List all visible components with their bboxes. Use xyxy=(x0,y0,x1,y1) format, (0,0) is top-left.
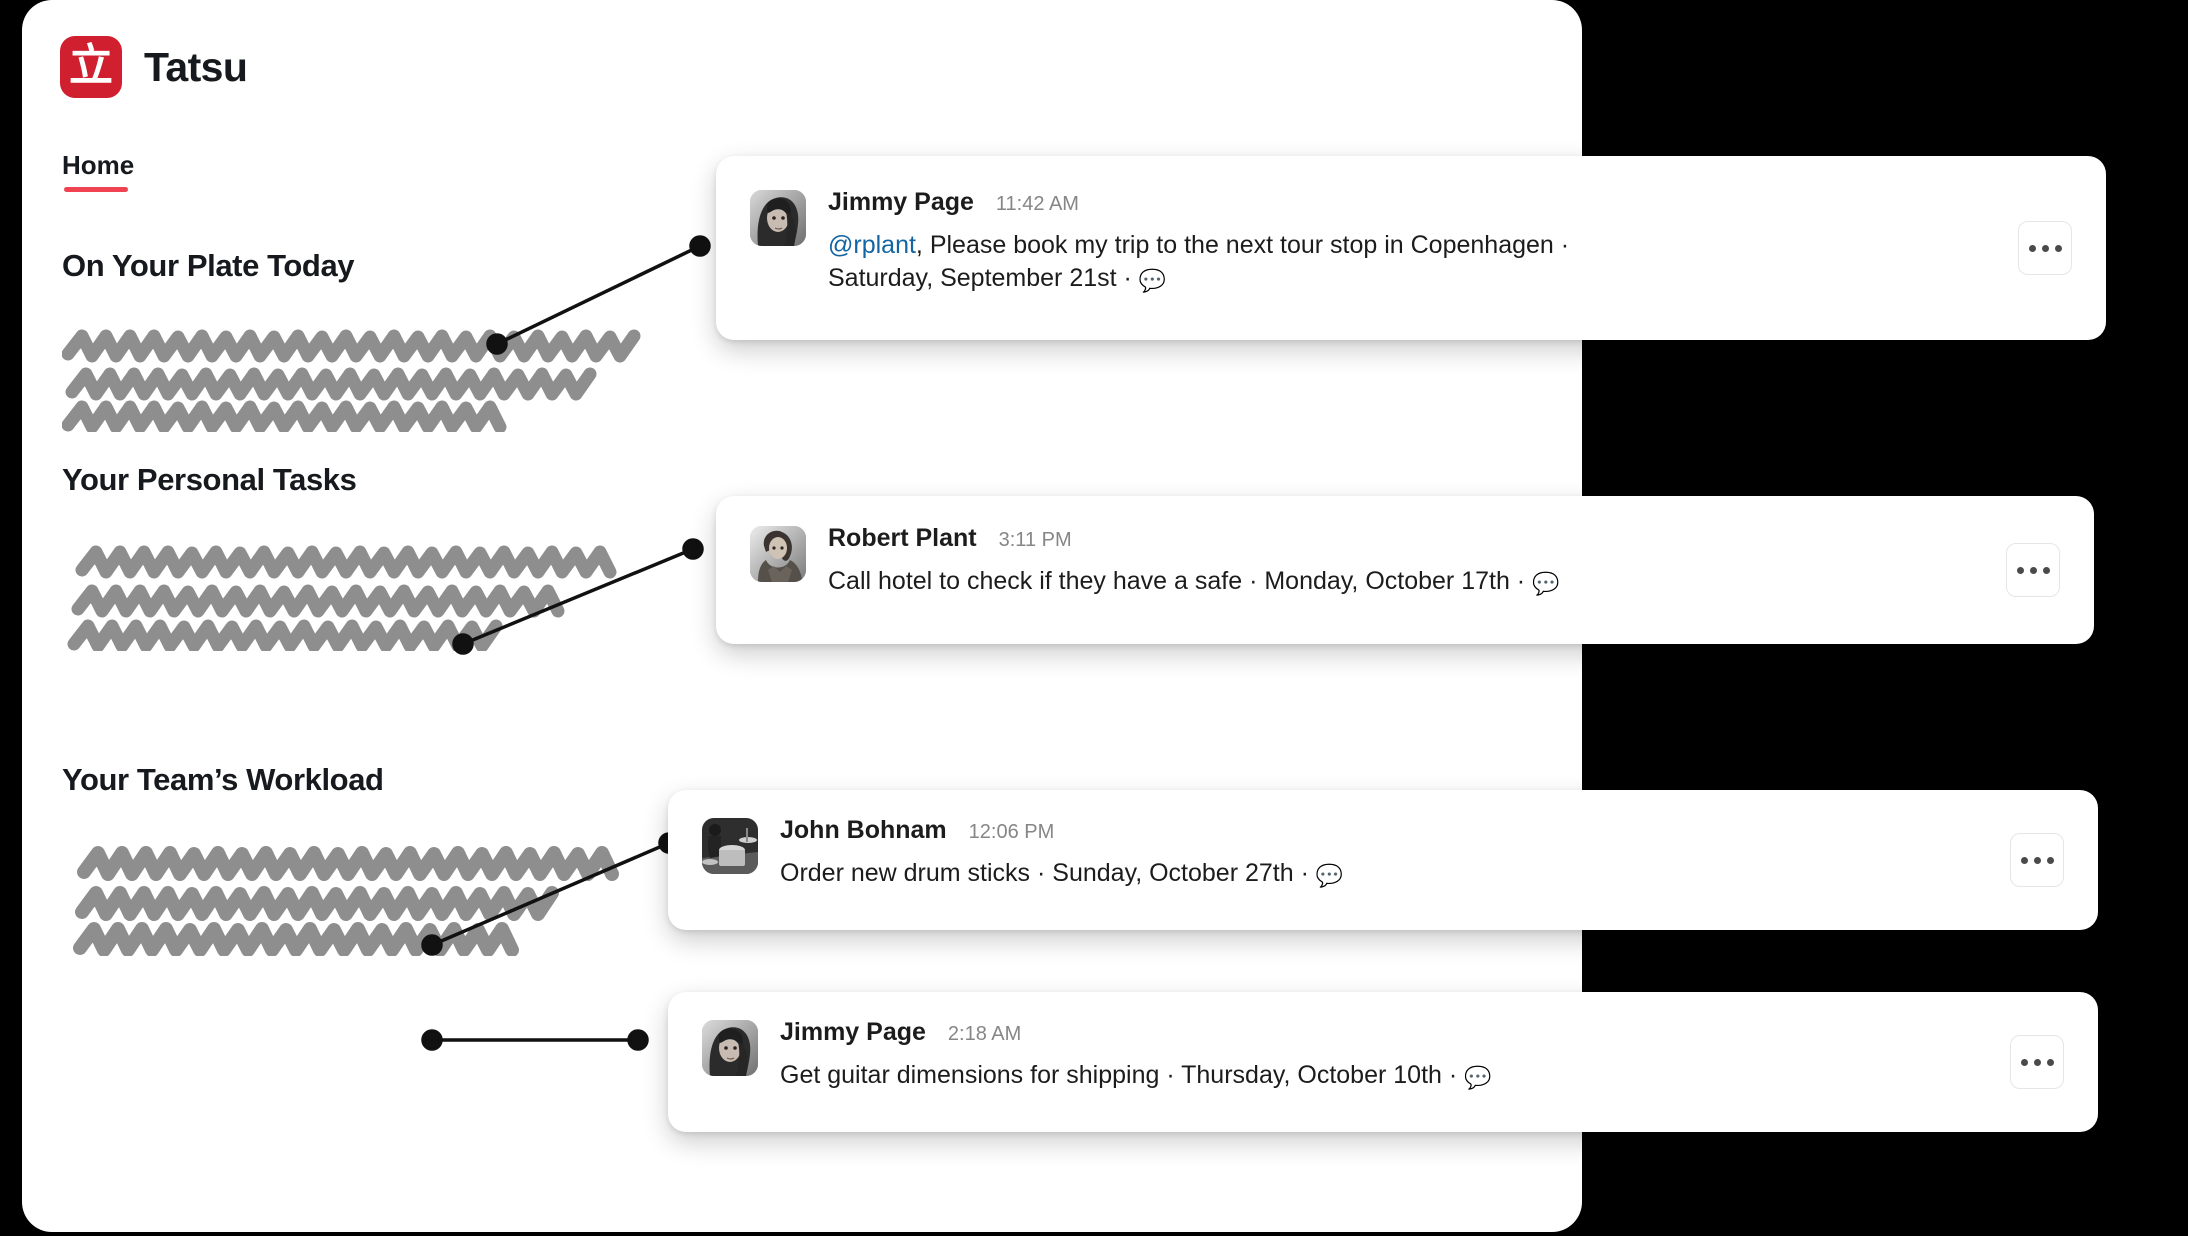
message-card[interactable]: Robert Plant 3:11 PM Call hotel to check… xyxy=(716,496,2094,644)
placeholder-scribbles-2 xyxy=(62,536,742,651)
placeholder-scribbles-3 xyxy=(62,836,752,956)
message-card[interactable]: Jimmy Page 11:42 AM @rplant, Please book… xyxy=(716,156,2106,340)
overflow-dot xyxy=(2016,566,2024,574)
overflow-dot xyxy=(2033,856,2041,864)
message-timestamp: 12:06 PM xyxy=(968,821,1055,843)
app-header: 立 Tatsu xyxy=(60,36,248,98)
comment-bubble-icon[interactable]: 💬 xyxy=(1139,268,1166,293)
message-header: Jimmy Page 11:42 AM xyxy=(828,190,2018,215)
section-your-personal-tasks: Your Personal Tasks xyxy=(62,462,742,651)
message-text: Call hotel to check if they have a safe … xyxy=(828,565,2006,598)
message-timestamp: 3:11 PM xyxy=(998,529,1072,551)
overflow-menu-button[interactable] xyxy=(2006,543,2060,597)
comment-bubble-icon[interactable]: 💬 xyxy=(1532,571,1559,596)
message-body: Jimmy Page 11:42 AM @rplant, Please book… xyxy=(828,190,2018,296)
overflow-dot xyxy=(2033,1058,2041,1066)
message-text: Order new drum sticks · Sunday, October … xyxy=(780,857,2010,890)
section-title-your-teams-workload: Your Team’s Workload xyxy=(62,762,384,797)
jimmy-page-avatar-2 xyxy=(702,1020,758,1076)
comment-bubble-icon[interactable]: 💬 xyxy=(1316,863,1343,888)
scribble-lines xyxy=(73,846,619,956)
message-card[interactable]: Jimmy Page 2:18 AM Get guitar dimensions… xyxy=(668,992,2098,1132)
overflow-menu-button[interactable] xyxy=(2010,1035,2064,1089)
message-author: Jimmy Page xyxy=(780,1018,926,1046)
tab-home[interactable]: Home xyxy=(62,150,134,192)
message-header: John Bohnam 12:06 PM xyxy=(780,818,2010,843)
message-body: John Bohnam 12:06 PM Order new drum stic… xyxy=(780,818,2010,890)
overflow-dot xyxy=(2020,1058,2028,1066)
tatsu-logo-icon: 立 xyxy=(60,36,122,98)
section-on-your-plate-today: On Your Plate Today xyxy=(62,248,722,432)
comment-bubble-icon[interactable]: 💬 xyxy=(1464,1065,1491,1090)
message-text: Get guitar dimensions for shipping · Thu… xyxy=(780,1059,2010,1092)
screenshot-stage: 立 Tatsu Home On Your Plate Today Your Pe… xyxy=(0,0,2188,1236)
message-timestamp: 11:42 AM xyxy=(995,193,1079,215)
user-mention-link[interactable]: @rplant xyxy=(828,231,916,259)
robert-plant-avatar xyxy=(750,526,806,582)
message-author: John Bohnam xyxy=(780,816,947,844)
scribble-lines xyxy=(67,545,617,651)
tatsu-logo-glyph: 立 xyxy=(69,40,113,91)
message-text-body: Call hotel to check if they have a safe … xyxy=(828,567,1533,595)
section-title-on-your-plate-today: On Your Plate Today xyxy=(62,248,355,283)
app-title: Tatsu xyxy=(144,43,248,90)
section-title-your-personal-tasks: Your Personal Tasks xyxy=(62,462,357,497)
overflow-dot xyxy=(2046,1058,2054,1066)
placeholder-scribbles-1 xyxy=(62,322,722,432)
nav-tabs: Home xyxy=(62,150,134,192)
overflow-dot xyxy=(2041,244,2049,252)
overflow-dot xyxy=(2046,856,2054,864)
message-card[interactable]: John Bohnam 12:06 PM Order new drum stic… xyxy=(668,790,2098,930)
message-text-body: Order new drum sticks · Sunday, October … xyxy=(780,859,1316,887)
message-timestamp: 2:18 AM xyxy=(947,1023,1022,1045)
scribble-lines xyxy=(62,329,641,432)
overflow-dot xyxy=(2020,856,2028,864)
overflow-menu-button[interactable] xyxy=(2018,221,2072,275)
overflow-menu-button[interactable] xyxy=(2010,833,2064,887)
message-text: @rplant, Please book my trip to the next… xyxy=(828,229,1648,296)
john-bohnam-avatar xyxy=(702,818,758,874)
overflow-dot xyxy=(2029,566,2037,574)
message-text-rest: , Please book my trip to the next tour s… xyxy=(828,231,1570,293)
overflow-dot xyxy=(2028,244,2036,252)
jimmy-page-avatar xyxy=(750,190,806,246)
overflow-dot xyxy=(2054,244,2062,252)
message-body: Robert Plant 3:11 PM Call hotel to check… xyxy=(828,526,2006,598)
message-header: Jimmy Page 2:18 AM xyxy=(780,1020,2010,1045)
message-author: Robert Plant xyxy=(828,524,977,552)
overflow-dot xyxy=(2042,566,2050,574)
message-body: Jimmy Page 2:18 AM Get guitar dimensions… xyxy=(780,1020,2010,1092)
message-author: Jimmy Page xyxy=(828,188,974,216)
message-text-body: Get guitar dimensions for shipping · Thu… xyxy=(780,1061,1465,1089)
section-your-teams-workload: Your Team’s Workload xyxy=(62,762,752,956)
message-header: Robert Plant 3:11 PM xyxy=(828,526,2006,551)
